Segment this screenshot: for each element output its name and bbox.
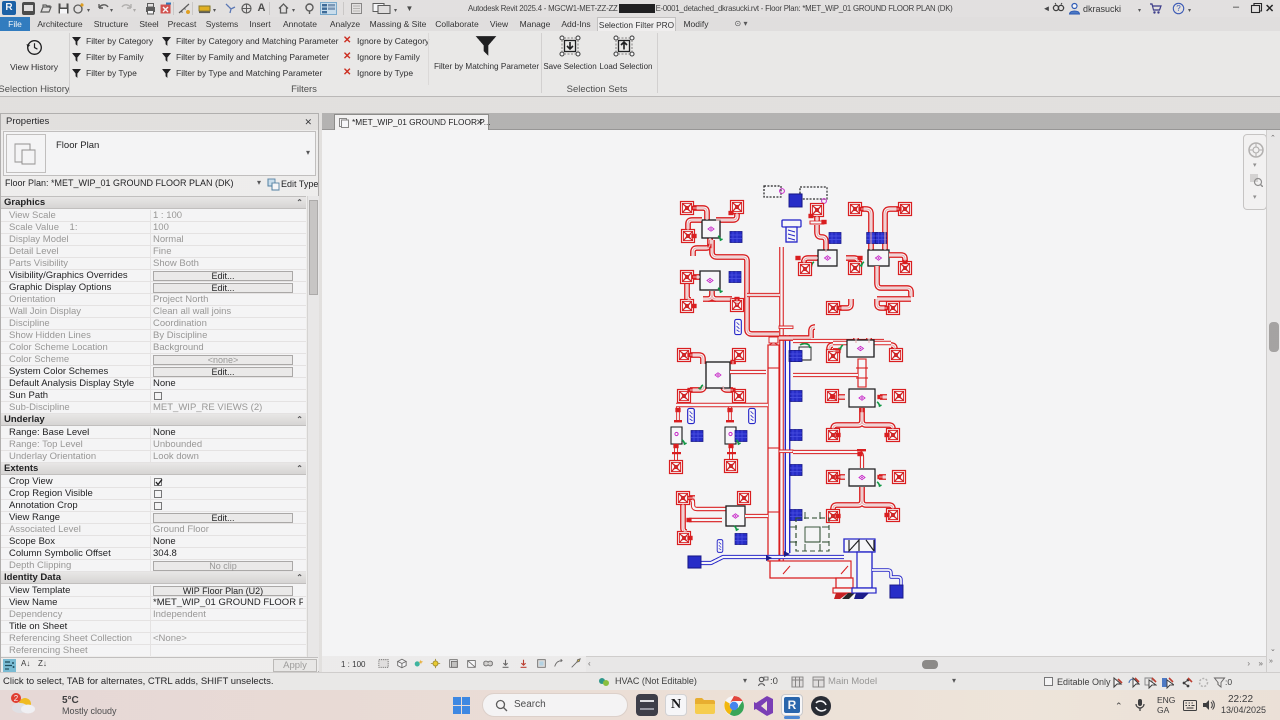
svg-text:2: 2 (14, 694, 19, 703)
svg-text:?: ? (1176, 4, 1181, 13)
